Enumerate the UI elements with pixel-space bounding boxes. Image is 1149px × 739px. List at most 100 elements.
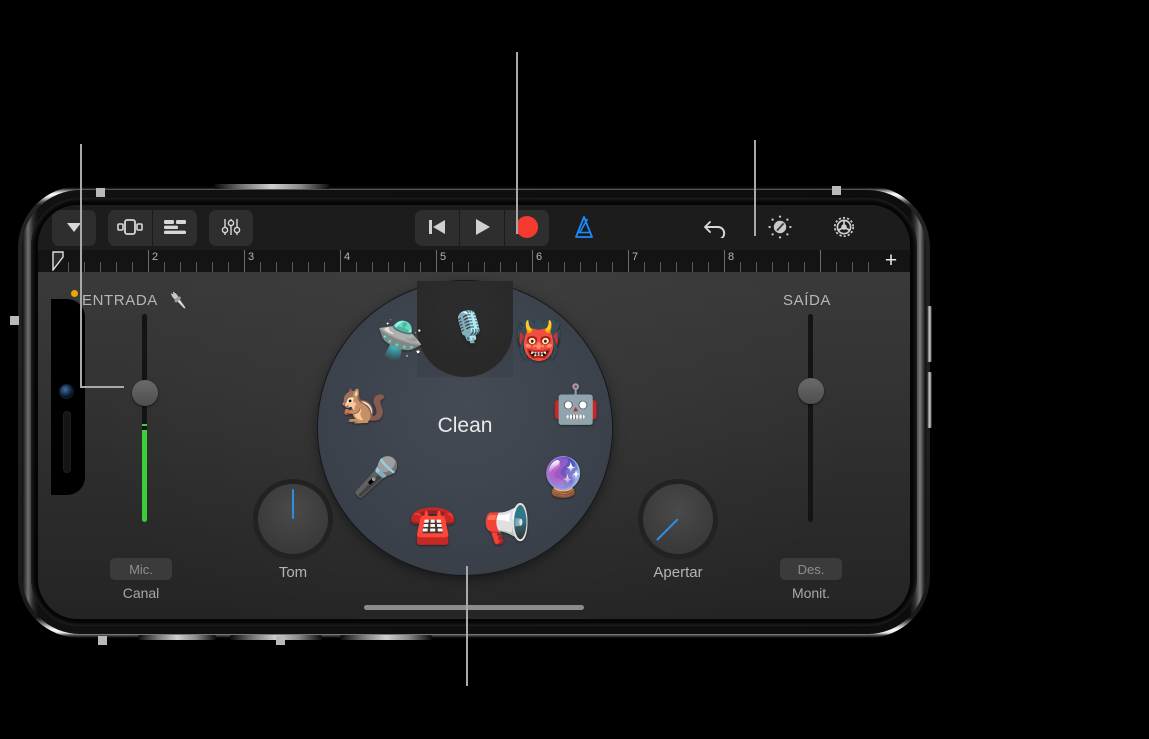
add-section-button[interactable]: + [880,250,902,271]
ruler-ticks: 2 3 4 5 6 7 8 [52,250,870,272]
wheel-item-studio-microphone[interactable]: 🎙️ [450,313,487,343]
effect-wheel[interactable]: Clean 🎙️ 👹 🤖 🔮 📢 ☎️ 🎤 🐿️ 🛸 [318,281,612,575]
ruler-sub-tick [452,262,453,272]
transport-group [415,210,607,246]
wheel-item-chipmunk[interactable]: 🐿️ [340,386,387,424]
input-level-peak [142,424,147,426]
ruler-sub-tick [756,262,757,272]
volume-up-button[interactable] [927,306,932,362]
ruler-sub-tick [564,262,565,272]
input-slider-thumb[interactable] [132,380,158,406]
callout-line-input-slider [80,144,82,388]
ruler-sub-tick [260,262,261,272]
ruler-sub-tick [68,262,69,272]
ruler-sub-tick [324,262,325,272]
rewind-button[interactable] [415,210,459,246]
toolbar-right-group [693,210,867,246]
tracks-view-button[interactable] [153,210,197,246]
squeeze-knob[interactable] [643,484,713,554]
tone-knob[interactable] [258,484,328,554]
ruler-sub-tick [740,262,741,272]
gear-icon [830,213,858,244]
ruler-bar-number: 6 [536,251,543,263]
wheel-item-telephone[interactable]: ☎️ [409,506,456,544]
screenshot-root: 2345678 + ENTRADA Mic. Canal SAÍDA Des. … [0,0,1149,739]
sim-tray [340,635,432,640]
wheel-item-bubbles[interactable]: 🔮 [540,459,587,497]
ruler-sub-tick [116,262,117,272]
ruler-sub-tick [708,262,709,272]
earpiece-speaker [63,411,71,473]
callout-anchor-left-mid [10,316,19,325]
record-icon [515,215,539,242]
ruler-bar-number: 2 [152,251,159,263]
input-title: ENTRADA [82,292,158,309]
metronome-icon [571,214,597,243]
input-channel-button[interactable]: Mic. [110,558,172,580]
wheel-item-monster[interactable]: 👹 [515,322,562,360]
ruler-sub-tick [420,262,421,272]
ruler-sub-tick [788,262,789,272]
output-slider-track[interactable] [808,314,813,522]
ruler-sub-tick [852,262,853,272]
squeeze-knob-label: Apertar [653,564,703,581]
output-monitor-sublabel: Monit. [791,585,831,601]
ruler-bar-number: 8 [728,251,735,263]
wheel-item-robot[interactable]: 🤖 [552,386,599,424]
output-slider-thumb[interactable] [798,378,824,404]
callout-line-wheel [466,566,468,686]
front-camera-icon [60,385,73,398]
input-channel-sublabel: Canal [122,585,160,601]
output-title: SAÍDA [783,292,832,309]
tone-knob-group: Tom [258,484,328,581]
settings-button[interactable] [821,210,867,246]
fx-knob-button[interactable] [757,210,803,246]
ruler-sub-tick [676,262,677,272]
ruler-bar-number: 7 [632,251,639,263]
ruler-sub-tick [836,262,837,272]
output-monitor-button[interactable]: Des. [780,558,842,580]
ruler-sub-tick [196,262,197,272]
ruler-sub-tick [372,262,373,272]
ruler-sub-tick [868,262,869,272]
rewind-icon [426,217,448,240]
power-button[interactable] [138,635,216,640]
wheel-item-megaphone[interactable]: 📢 [483,506,530,544]
input-level-meter [142,430,147,522]
wheel-item-vocal-microphone[interactable]: 🎤 [352,459,399,497]
main-workspace: ENTRADA Mic. Canal SAÍDA Des. Monit. Tom… [38,272,910,619]
play-icon [471,217,493,240]
mixer-button[interactable] [209,210,253,246]
callout-anchor-bottom [276,636,285,645]
undo-button[interactable] [693,210,739,246]
navigation-chevron-button[interactable] [52,210,96,246]
timeline-ruler[interactable]: 2 3 4 5 6 7 8 + [38,250,910,273]
instrument-view-button[interactable] [108,210,152,246]
ruler-sub-tick [276,262,277,272]
ruler-sub-tick [772,262,773,272]
ruler-sub-tick [548,262,549,272]
ruler-bar-tick [820,250,821,272]
callout-line-fx [754,140,756,236]
metronome-button[interactable] [561,210,607,246]
recording-indicator-dot [71,290,78,297]
callout-anchor-bottom-left [98,636,107,645]
callout-line-input-slider-horizontal [80,386,124,388]
volume-down-button[interactable] [927,372,932,428]
ruler-sub-tick [228,262,229,272]
instrument-view-icon [117,218,143,239]
tracks-view-icon [162,218,188,239]
iphone-device-frame: 2345678 + ENTRADA Mic. Canal SAÍDA Des. … [18,184,932,640]
ruler-sub-tick [388,262,389,272]
playhead-marker[interactable] [52,251,65,273]
wheel-item-alien-ufo[interactable]: 🛸 [377,322,424,360]
tone-knob-label: Tom [278,564,308,581]
home-indicator[interactable] [364,605,584,610]
ruler-sub-tick [180,262,181,272]
record-button[interactable] [505,210,549,246]
play-button[interactable] [460,210,504,246]
undo-icon [703,216,729,241]
ruler-sub-tick [212,262,213,272]
ruler-sub-tick [580,262,581,272]
squeeze-knob-group: Apertar [643,484,713,581]
